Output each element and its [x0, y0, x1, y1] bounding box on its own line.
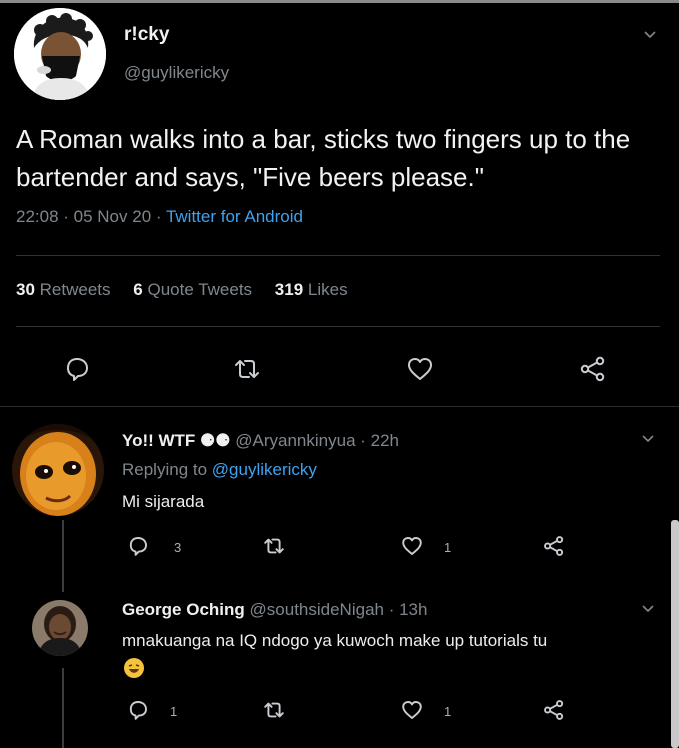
like-count: 1: [444, 540, 452, 555]
replying-handle[interactable]: @guylikericky: [212, 460, 317, 479]
reply-text: Mi sijarada: [122, 492, 205, 511]
reply-icon[interactable]: [62, 354, 92, 384]
avatar[interactable]: [14, 8, 106, 100]
top-edge-line: [0, 0, 679, 3]
reply-count: 3: [174, 540, 182, 555]
like-count: 1: [444, 704, 452, 719]
replying-to: Replying to @guylikericky: [122, 460, 317, 480]
reply-icon[interactable]: [126, 534, 150, 558]
divider: [16, 326, 660, 327]
retweets-count: 30: [16, 280, 35, 299]
retweets-stat[interactable]: 30 Retweets: [16, 280, 111, 299]
reply-icon[interactable]: [126, 698, 150, 722]
tweet-timestamp: 22:08 · 05 Nov 20 · Twitter for Android: [16, 207, 303, 227]
replying-prefix: Replying to: [122, 460, 212, 479]
author-handle[interactable]: @guylikericky: [124, 63, 229, 83]
like-icon[interactable]: [405, 354, 435, 384]
divider: [0, 406, 679, 407]
retweet-icon[interactable]: [232, 354, 262, 384]
author-name[interactable]: r!cky: [124, 24, 169, 46]
tweet-stats: 30 Retweets 6 Quote Tweets 319 Likes: [16, 280, 366, 300]
tweet-text: A Roman walks into a bar, sticks two fin…: [16, 124, 631, 192]
reply-author[interactable]: Yo!! WTF ⚈⚈ @Aryannkinyua · 22h: [122, 431, 399, 451]
avatar[interactable]: [12, 424, 104, 516]
scrollbar[interactable]: [671, 520, 679, 748]
likes-label: Likes: [307, 280, 348, 299]
reply-author-name: Yo!! WTF ⚈⚈: [122, 431, 231, 450]
avatar[interactable]: [32, 600, 88, 656]
chevron-down-icon[interactable]: [640, 430, 656, 446]
thread-line: [62, 668, 64, 748]
laughing-emoji: [124, 658, 144, 678]
retweets-label: Retweets: [39, 280, 111, 299]
retweet-icon[interactable]: [262, 698, 286, 722]
tweet-time[interactable]: 22:08 · 05 Nov 20 ·: [16, 207, 166, 226]
reply-handle-time: @southsideNigah · 13h: [249, 600, 428, 619]
quotes-count: 6: [133, 280, 143, 299]
share-icon[interactable]: [542, 534, 566, 558]
like-icon[interactable]: [400, 698, 424, 722]
chevron-down-icon[interactable]: [640, 600, 656, 616]
quote-tweets-stat[interactable]: 6 Quote Tweets: [133, 280, 252, 299]
quotes-label: Quote Tweets: [147, 280, 253, 299]
chevron-down-icon[interactable]: [642, 26, 658, 42]
reply-text: mnakuanga na IQ ndogo ya kuwoch make up …: [122, 631, 548, 650]
share-icon[interactable]: [542, 698, 566, 722]
share-icon[interactable]: [578, 354, 608, 384]
divider: [16, 255, 660, 256]
reply-handle-time: @Aryannkinyua · 22h: [235, 431, 399, 450]
reply-count: 1: [170, 704, 178, 719]
retweet-icon[interactable]: [262, 534, 286, 558]
likes-count: 319: [274, 280, 304, 299]
reply-author[interactable]: George Oching @southsideNigah · 13h: [122, 600, 427, 620]
tweet-source[interactable]: Twitter for Android: [166, 207, 303, 226]
thread-line: [62, 520, 64, 592]
like-icon[interactable]: [400, 534, 424, 558]
reply-author-name: George Oching: [122, 600, 245, 619]
likes-stat[interactable]: 319 Likes: [275, 280, 348, 299]
